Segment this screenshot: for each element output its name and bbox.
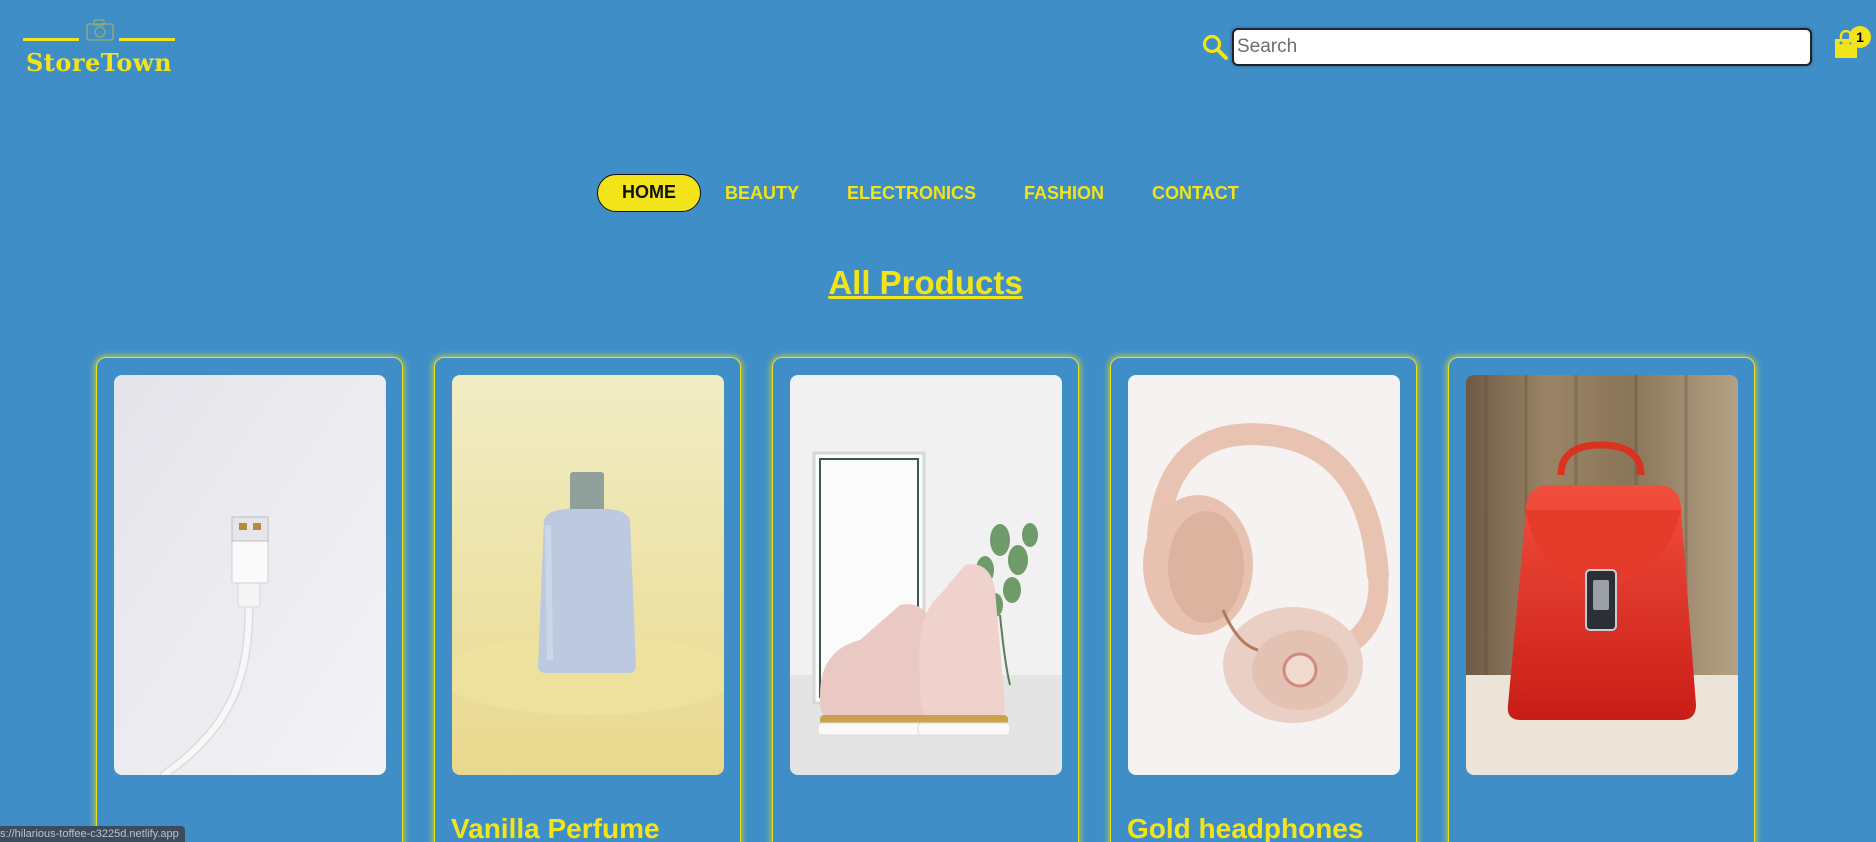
product-image-perfume[interactable] xyxy=(452,375,724,775)
product-image-handbag[interactable] xyxy=(1466,375,1738,775)
product-image-headphones[interactable] xyxy=(1128,375,1400,775)
product-card[interactable]: Gold headphones xyxy=(1110,357,1417,842)
product-card[interactable] xyxy=(1448,357,1755,842)
page-title: All Products xyxy=(828,264,1023,301)
camera-icon xyxy=(86,19,114,41)
cart-count-badge: 1 xyxy=(1849,26,1871,48)
nav-contact[interactable]: CONTACT xyxy=(1128,174,1263,212)
nav-beauty[interactable]: BEAUTY xyxy=(701,174,823,212)
logo-text: StoreTown xyxy=(25,48,173,77)
nav-home[interactable]: HOME xyxy=(597,174,701,212)
search-input[interactable] xyxy=(1232,28,1812,66)
main-nav: HOME BEAUTY ELECTRONICS FASHION CONTACT xyxy=(597,174,1263,212)
storetown-logo[interactable]: StoreTown xyxy=(23,14,175,84)
cart-button[interactable]: 1 xyxy=(1832,26,1872,62)
status-bar-url: s://hilarious-toffee-c3225d.netlify.app xyxy=(0,826,185,842)
nav-fashion[interactable]: FASHION xyxy=(1000,174,1128,212)
product-name[interactable]: Vanilla Perfume xyxy=(451,813,741,842)
logo-line-left xyxy=(23,38,79,41)
product-card[interactable]: Vanilla Perfume xyxy=(434,357,741,842)
product-card[interactable] xyxy=(772,357,1079,842)
product-name[interactable]: Gold headphones xyxy=(1127,813,1417,842)
logo-line-right xyxy=(119,38,175,41)
product-card[interactable] xyxy=(96,357,403,842)
product-image-shoes[interactable] xyxy=(790,375,1062,775)
nav-electronics[interactable]: ELECTRONICS xyxy=(823,174,1000,212)
search-icon[interactable] xyxy=(1201,33,1229,61)
store-page: StoreTown 1 HOME BEAUTY ELECTRONICS FASH… xyxy=(0,0,1876,842)
product-image-usb-cable[interactable] xyxy=(114,375,386,775)
